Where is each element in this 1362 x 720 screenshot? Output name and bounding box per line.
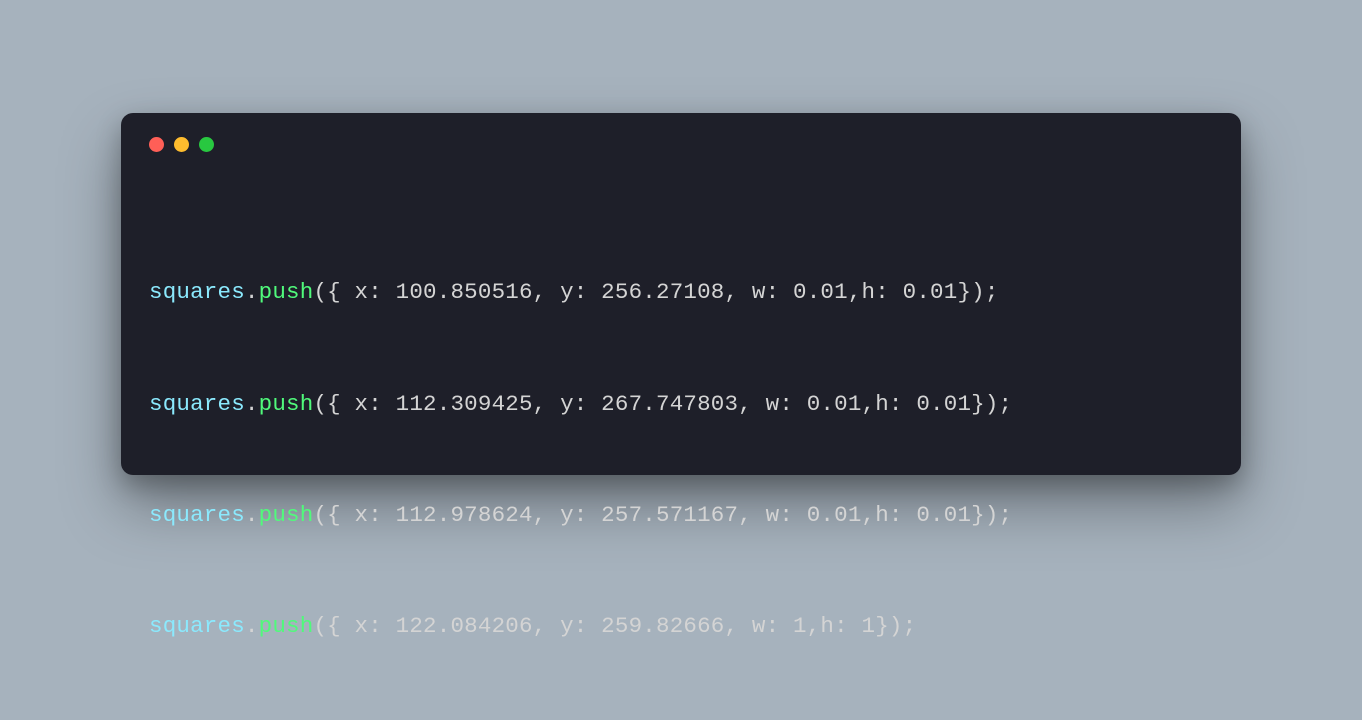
- maximize-icon[interactable]: [199, 137, 214, 152]
- code-object: squares: [149, 391, 245, 417]
- code-method: push: [259, 502, 314, 528]
- window-controls: [149, 137, 1213, 152]
- code-line: squares.push({ x: 112.309425, y: 267.747…: [149, 386, 1213, 423]
- code-args: x: 122.084206, y: 259.82666, w: 1,h: 1})…: [341, 613, 917, 639]
- code-object: squares: [149, 279, 245, 305]
- code-args: x: 112.309425, y: 267.747803, w: 0.01,h:…: [341, 391, 1012, 417]
- code-args: x: 112.978624, y: 257.571167, w: 0.01,h:…: [341, 502, 1012, 528]
- code-method: push: [259, 279, 314, 305]
- code-window: squares.push({ x: 100.850516, y: 256.271…: [121, 113, 1241, 475]
- code-object: squares: [149, 613, 245, 639]
- code-line: squares.push({ x: 112.978624, y: 257.571…: [149, 497, 1213, 534]
- close-icon[interactable]: [149, 137, 164, 152]
- code-args: x: 100.850516, y: 256.27108, w: 0.01,h: …: [341, 279, 999, 305]
- code-method: push: [259, 613, 314, 639]
- code-method: push: [259, 391, 314, 417]
- code-object: squares: [149, 502, 245, 528]
- code-line: squares.push({ x: 100.850516, y: 256.271…: [149, 274, 1213, 311]
- code-block: squares.push({ x: 100.850516, y: 256.271…: [149, 200, 1213, 720]
- code-line: squares.push({ x: 122.084206, y: 259.826…: [149, 608, 1213, 645]
- minimize-icon[interactable]: [174, 137, 189, 152]
